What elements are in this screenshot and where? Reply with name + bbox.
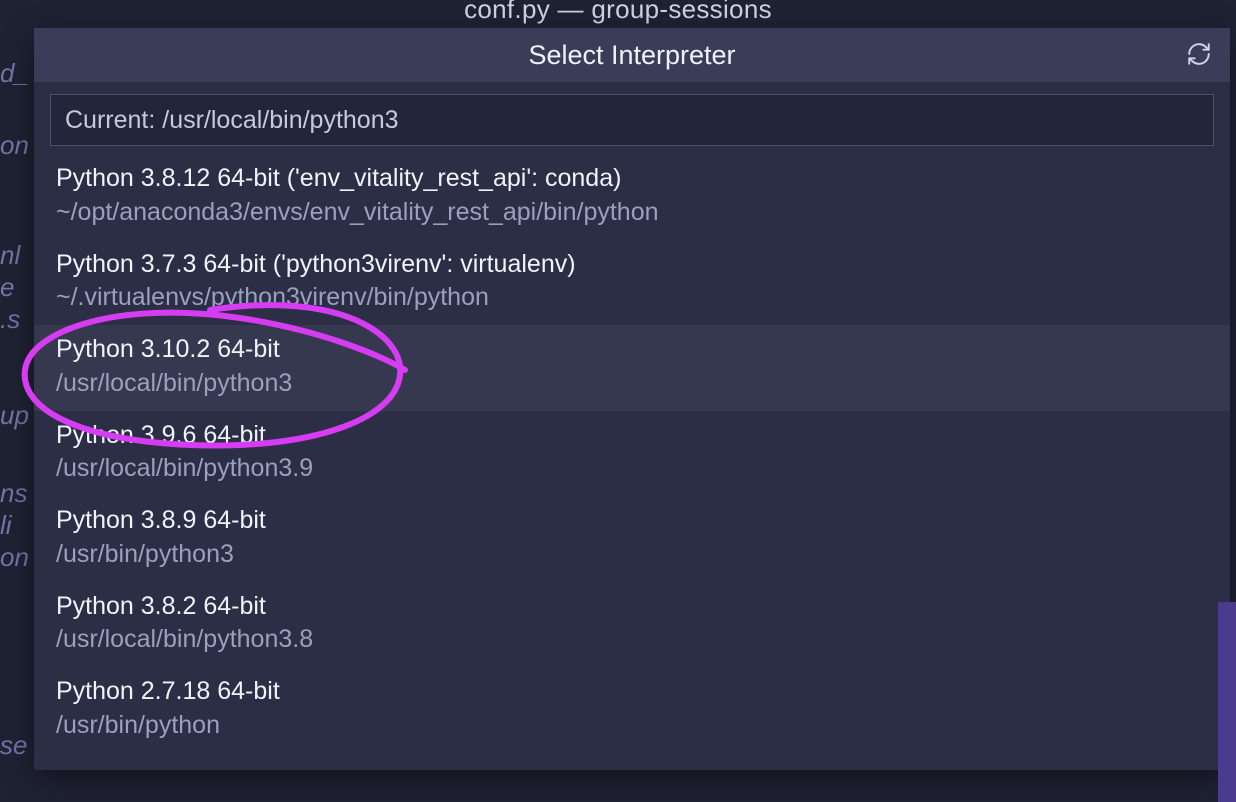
interpreter-option[interactable]: Python 3.8.9 64-bit/usr/bin/python3 [34,496,1230,582]
editor-token: on [0,542,29,573]
editor-token: d_ [0,58,29,89]
interpreter-option[interactable]: Python 3.7.3 64-bit ('python3virenv': vi… [34,240,1230,326]
window-title: conf.py — group-sessions [0,0,1236,25]
editor-token: on [0,130,29,161]
editor-token: .s [0,304,20,335]
interpreter-option[interactable]: Python 3.9.6 64-bit/usr/local/bin/python… [34,411,1230,497]
refresh-icon [1186,41,1212,70]
interpreter-title: Python 3.9.6 64-bit [56,419,1208,453]
interpreter-title: Python 3.8.9 64-bit [56,504,1208,538]
select-interpreter-panel: Select Interpreter Python 3.8.12 64-bit … [34,28,1230,770]
editor-token: e [0,272,14,303]
interpreter-search-input[interactable] [50,94,1214,146]
interpreter-title: Python 3.10.2 64-bit [56,333,1208,367]
interpreter-path: /usr/local/bin/python3 [56,367,1208,401]
interpreter-option[interactable]: Python 2.7.18 64-bit/usr/bin/python [34,667,1230,753]
editor-token: ns [0,478,27,509]
panel-title: Select Interpreter [528,40,735,71]
interpreter-path: /usr/bin/python3 [56,538,1208,572]
interpreter-title: Python 3.8.2 64-bit [56,590,1208,624]
editor-token: up [0,400,29,431]
interpreter-title: Python 2.7.18 64-bit [56,675,1208,709]
interpreter-path: ~/.virtualenvs/python3virenv/bin/python [56,281,1208,315]
panel-header: Select Interpreter [34,28,1230,82]
interpreter-option[interactable]: Python 3.8.12 64-bit ('env_vitality_rest… [34,154,1230,240]
editor-token: nl [0,240,20,271]
scrollbar-indicator [1218,602,1236,802]
interpreter-list[interactable]: Python 3.8.12 64-bit ('env_vitality_rest… [34,150,1230,770]
interpreter-path: /usr/bin/python [56,709,1208,743]
interpreter-title: Python 3.8.12 64-bit ('env_vitality_rest… [56,162,1208,196]
interpreter-option[interactable]: Python 3.8.2 64-bit/usr/local/bin/python… [34,582,1230,668]
interpreter-option[interactable]: Python 3.10.2 64-bit/usr/local/bin/pytho… [34,325,1230,411]
editor-token: se [0,730,27,761]
interpreter-title: Python 3.7.3 64-bit ('python3virenv': vi… [56,248,1208,282]
interpreter-path: /usr/local/bin/python3.9 [56,452,1208,486]
editor-token: li [0,510,12,541]
refresh-button[interactable] [1184,40,1214,70]
interpreter-path: /usr/local/bin/python3.8 [56,623,1208,657]
interpreter-path: ~/opt/anaconda3/envs/env_vitality_rest_a… [56,196,1208,230]
panel-input-wrap [34,82,1230,150]
